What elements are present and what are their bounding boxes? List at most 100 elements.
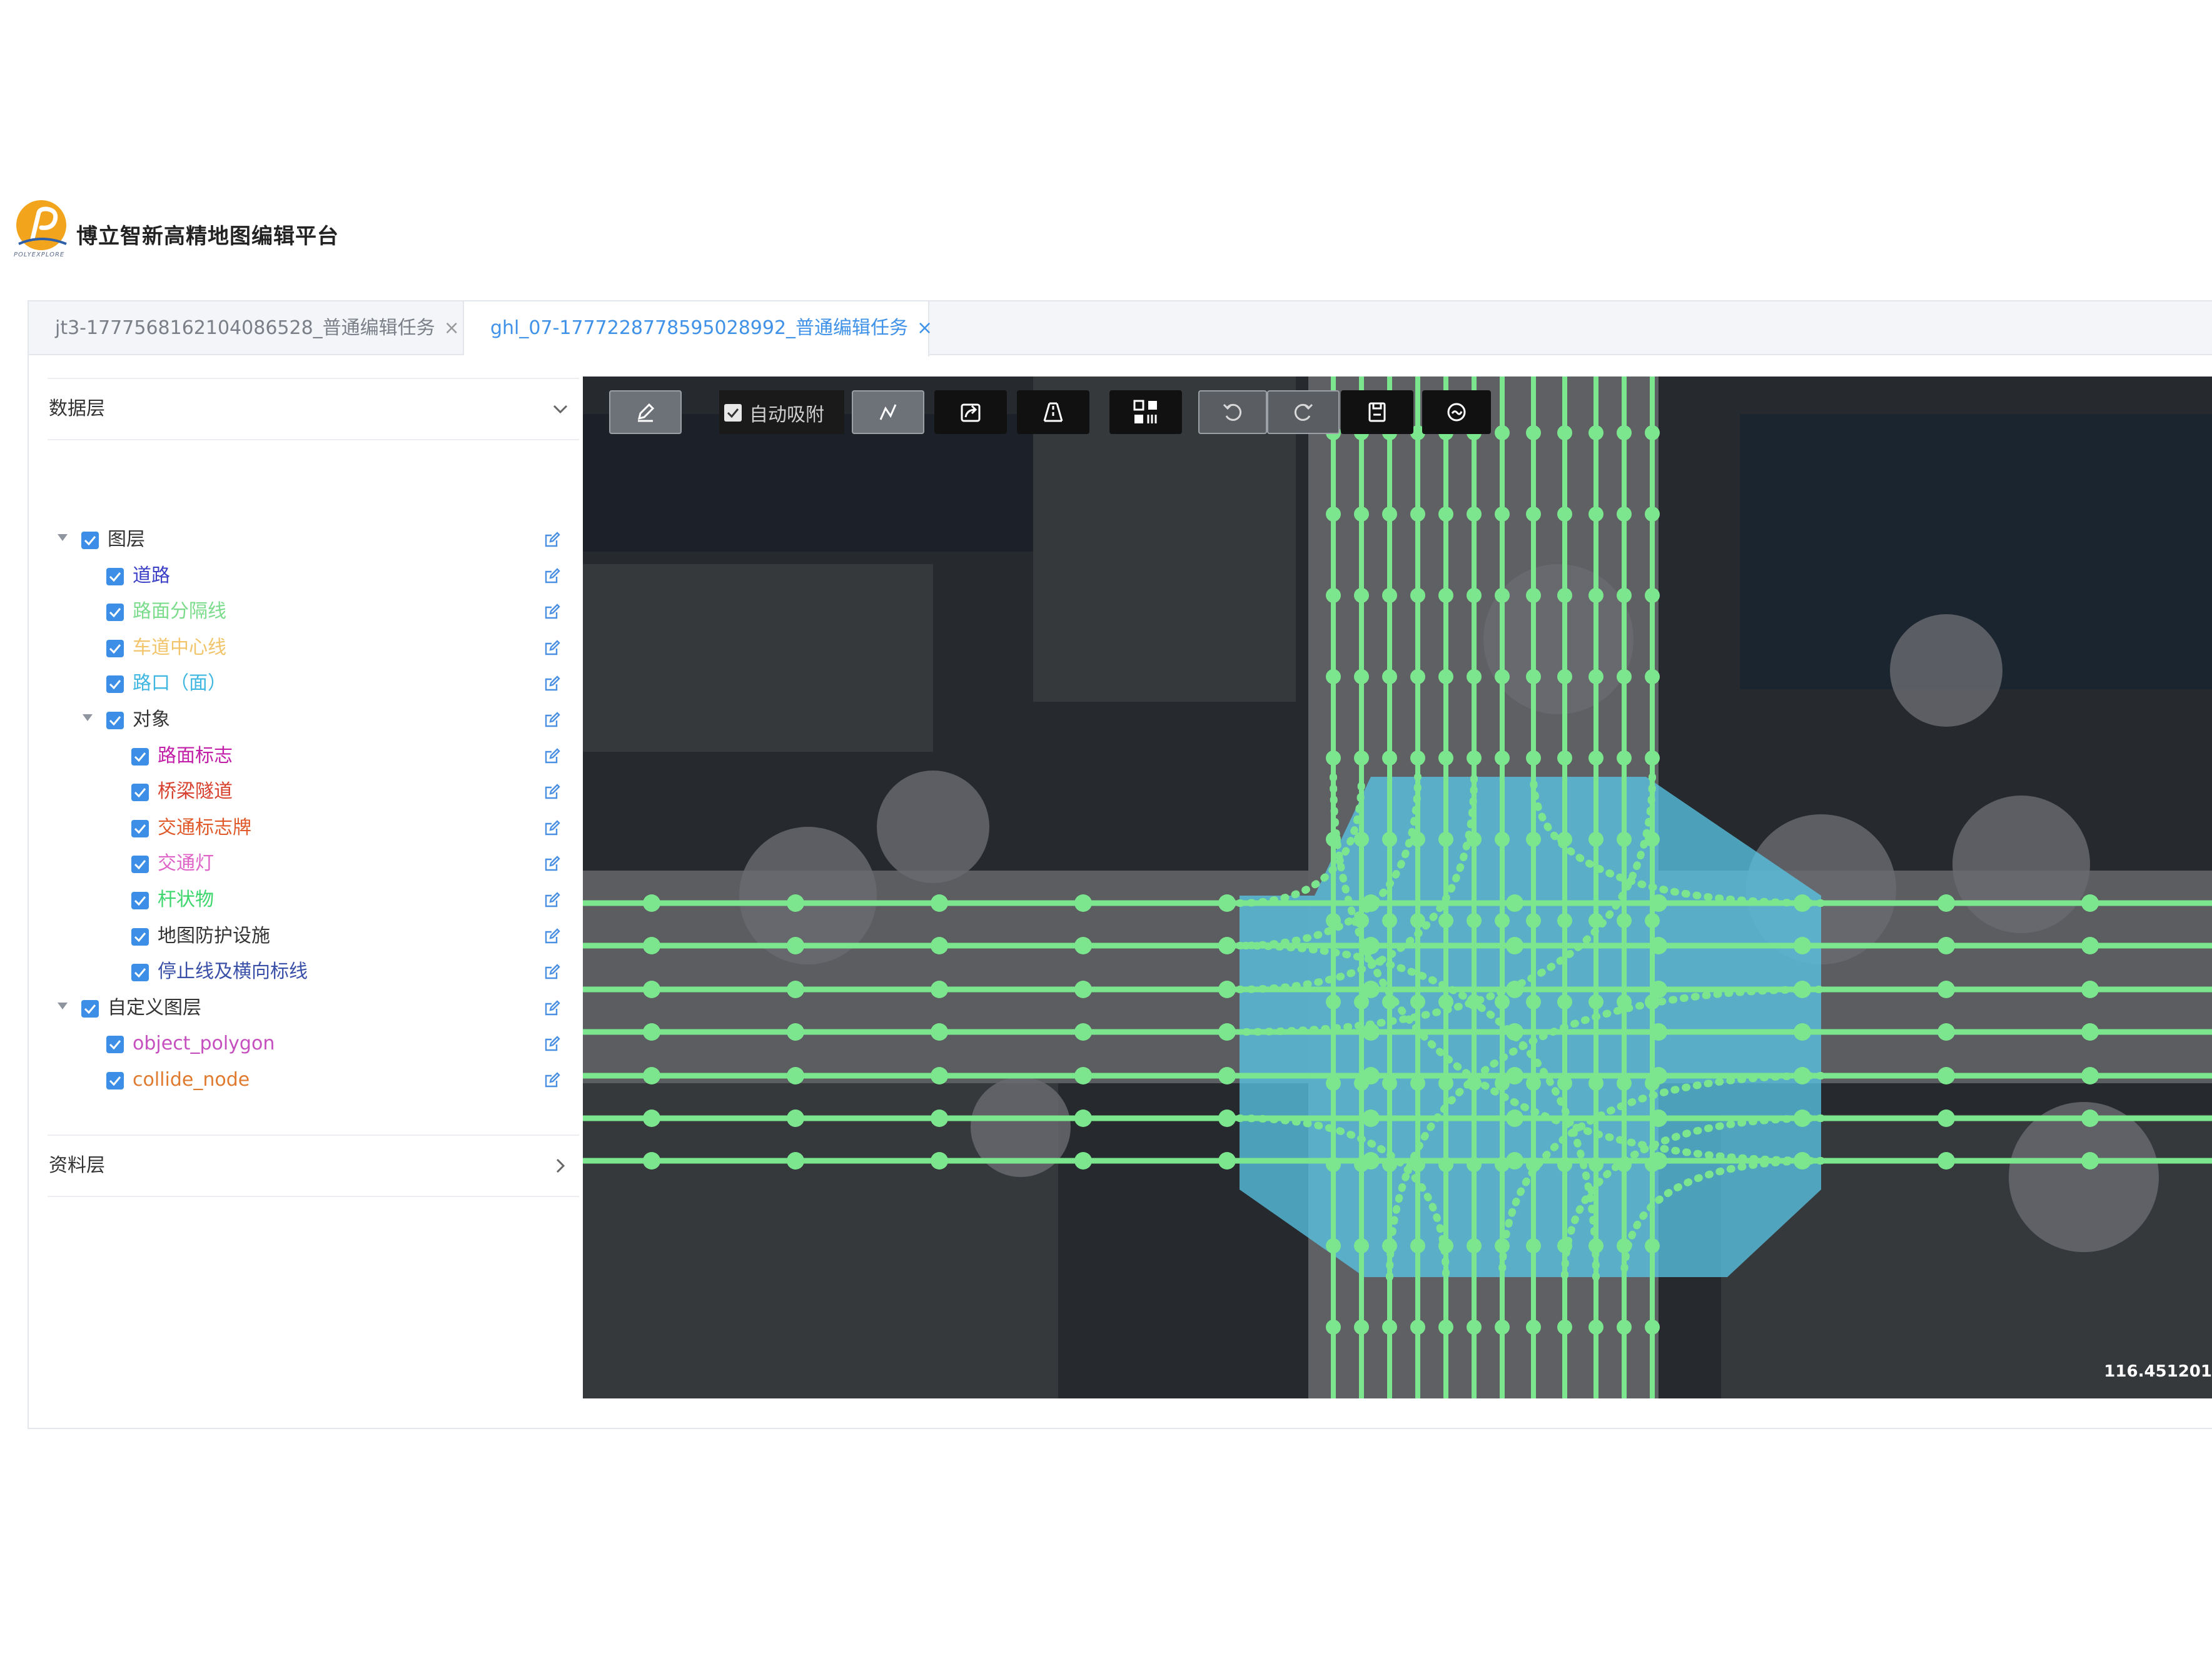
- qrcode-tool-button[interactable]: [1109, 390, 1182, 434]
- layer-checkbox[interactable]: [106, 1072, 124, 1089]
- edit-icon[interactable]: [543, 710, 562, 729]
- lane-node: [1382, 751, 1397, 766]
- road-icon: [1043, 402, 1063, 422]
- edit-icon[interactable]: [543, 782, 562, 801]
- tree-item-traffic-light[interactable]: 交通灯: [48, 847, 579, 882]
- tree-item-separator[interactable]: 路面分隔线: [48, 595, 579, 630]
- check-icon: [109, 644, 121, 654]
- auto-snap-checkbox[interactable]: [724, 404, 742, 422]
- tree-item-bridge-tunnel[interactable]: 桥梁隧道: [48, 775, 579, 810]
- check-icon: [134, 788, 146, 798]
- lane-node: [1557, 507, 1572, 522]
- tree-cluster: [1952, 796, 2090, 933]
- lane-node: [1495, 507, 1510, 522]
- lane-node: [1526, 913, 1541, 928]
- edit-icon[interactable]: [543, 819, 562, 837]
- layer-checkbox[interactable]: [131, 784, 149, 802]
- edit-icon[interactable]: [543, 927, 562, 946]
- lane-node: [1526, 1238, 1541, 1253]
- undo-button[interactable]: [1198, 390, 1267, 434]
- lane-node: [1326, 588, 1341, 603]
- edit-icon[interactable]: [543, 1071, 562, 1089]
- layer-checkbox[interactable]: [131, 928, 149, 946]
- layer-checkbox[interactable]: [131, 964, 149, 982]
- caret-down-icon[interactable]: [58, 534, 68, 541]
- tree-item-layers[interactable]: 图层: [48, 523, 579, 558]
- edit-icon[interactable]: [543, 567, 562, 585]
- tree-item-road-marking[interactable]: 路面标志: [48, 739, 579, 774]
- lane-node: [1074, 1152, 1092, 1170]
- lane-node: [1794, 937, 1811, 954]
- map-canvas[interactable]: 自动吸附 116.451201: [583, 377, 2212, 1398]
- lane-node: [1326, 1238, 1341, 1253]
- layer-checkbox[interactable]: [131, 856, 149, 874]
- lane-node: [1617, 1320, 1632, 1335]
- edit-icon[interactable]: [543, 854, 562, 873]
- tree-item-object-polygon[interactable]: object_polygon: [48, 1027, 579, 1062]
- edit-icon[interactable]: [543, 747, 562, 766]
- lane-node: [1617, 507, 1632, 522]
- tree-item-objects[interactable]: 对象: [48, 703, 579, 738]
- edit-icon[interactable]: [543, 891, 562, 909]
- lane-node: [2081, 894, 2099, 912]
- tree-item-centerline[interactable]: 车道中心线: [48, 631, 579, 666]
- share-arrow-icon: [961, 403, 981, 422]
- caret-down-icon[interactable]: [83, 714, 93, 721]
- redo-icon: [1294, 403, 1313, 421]
- polyline-tool-button[interactable]: [852, 390, 924, 434]
- lane-node: [1617, 425, 1632, 440]
- auto-snap-toggle[interactable]: 自动吸附: [719, 390, 844, 434]
- close-icon[interactable]: ×: [917, 317, 932, 339]
- map-scene[interactable]: [583, 377, 2212, 1398]
- layer-checkbox[interactable]: [106, 1036, 124, 1054]
- tree-item-stop-line[interactable]: 停止线及横向标线: [48, 955, 579, 990]
- lane-node: [1526, 507, 1541, 522]
- layer-checkbox[interactable]: [106, 712, 124, 729]
- tree-item-road[interactable]: 道路: [48, 559, 579, 594]
- redo-button[interactable]: [1267, 390, 1340, 434]
- data-layer-header[interactable]: 数据层: [48, 378, 579, 440]
- layer-checkbox[interactable]: [81, 532, 99, 549]
- edit-icon[interactable]: [543, 999, 562, 1018]
- source-layer-header[interactable]: 资料层: [48, 1135, 579, 1197]
- caret-down-icon[interactable]: [58, 1002, 68, 1009]
- chevron-right-icon[interactable]: [548, 1153, 573, 1178]
- edit-icon[interactable]: [543, 602, 562, 621]
- tree-item-pole[interactable]: 杆状物: [48, 883, 579, 918]
- layer-checkbox[interactable]: [81, 999, 99, 1018]
- layer-checkbox[interactable]: [131, 819, 149, 837]
- edit-icon[interactable]: [543, 1034, 562, 1053]
- layer-checkbox[interactable]: [131, 747, 149, 766]
- edit-icon[interactable]: [543, 639, 562, 657]
- lane-node: [2081, 981, 2099, 998]
- lane-node: [1794, 1023, 1811, 1041]
- lane-node: [1382, 832, 1397, 847]
- check-icon: [134, 860, 146, 870]
- save-button[interactable]: [1341, 390, 1413, 434]
- road-tool-button[interactable]: [1017, 390, 1089, 434]
- chevron-down-icon[interactable]: [548, 397, 573, 422]
- zoom-icon: [1447, 403, 1466, 422]
- check-icon: [727, 408, 739, 418]
- tree-item-guard[interactable]: 地图防护设施: [48, 919, 579, 954]
- tree-item-collide-node[interactable]: collide_node: [48, 1063, 579, 1098]
- export-tool-button[interactable]: [934, 390, 1007, 434]
- edit-icon[interactable]: [543, 963, 562, 981]
- layer-checkbox[interactable]: [106, 675, 124, 694]
- layer-label: 道路: [133, 564, 170, 587]
- lane-node: [1382, 1320, 1397, 1335]
- edit-icon[interactable]: [543, 674, 562, 693]
- tree-item-junction[interactable]: 路口（面）: [48, 667, 579, 702]
- layer-checkbox[interactable]: [106, 604, 124, 622]
- layer-checkbox[interactable]: [131, 892, 149, 909]
- check-icon: [84, 536, 96, 546]
- lane-node: [1506, 894, 1523, 912]
- layer-checkbox[interactable]: [106, 567, 124, 585]
- tree-item-traffic-sign[interactable]: 交通标志牌: [48, 811, 579, 846]
- tree-item-custom[interactable]: 自定义图层: [48, 991, 579, 1026]
- layer-checkbox[interactable]: [106, 639, 124, 657]
- edit-icon[interactable]: [543, 530, 562, 549]
- draw-tool-button[interactable]: [609, 390, 682, 434]
- lane-node: [1467, 1157, 1482, 1172]
- zoom-fit-button[interactable]: [1422, 390, 1491, 434]
